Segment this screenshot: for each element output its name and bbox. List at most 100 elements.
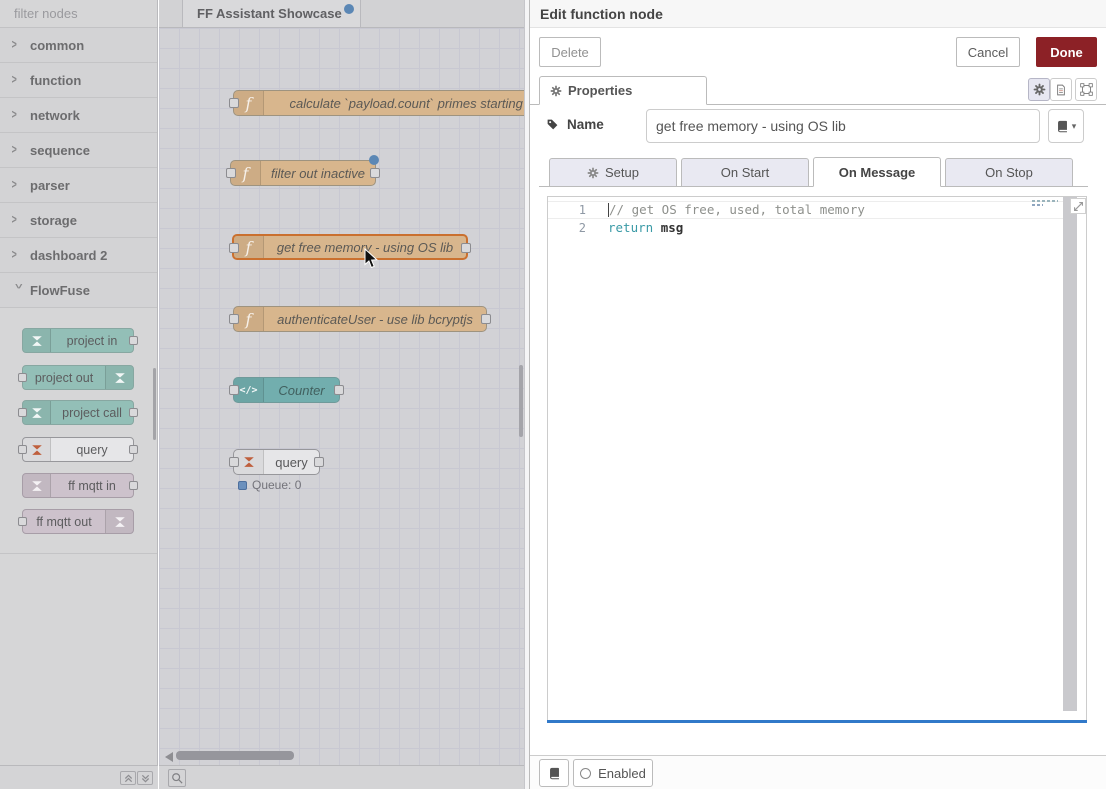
tab-on-stop[interactable]: On Stop bbox=[945, 158, 1073, 187]
chevron-right-icon: > bbox=[12, 73, 25, 87]
chevron-right-icon: > bbox=[12, 38, 25, 52]
output-port[interactable] bbox=[461, 243, 471, 253]
library-button[interactable] bbox=[539, 759, 569, 787]
palette-scrollbar[interactable] bbox=[153, 368, 156, 440]
output-port[interactable] bbox=[370, 168, 380, 178]
palette-category-parser[interactable]: >parser bbox=[0, 168, 157, 203]
palette-category-sequence[interactable]: >sequence bbox=[0, 133, 157, 168]
edit-properties-button[interactable] bbox=[1028, 78, 1050, 101]
search-flows-button[interactable] bbox=[168, 769, 186, 787]
output-port[interactable] bbox=[314, 457, 324, 467]
tab-setup[interactable]: Setup bbox=[549, 158, 677, 187]
flow-node-filter-out-inactive[interactable]: f filter out inactive bbox=[230, 160, 376, 186]
output-port[interactable] bbox=[334, 385, 344, 395]
code-text: msg bbox=[661, 219, 684, 237]
code-line: 2return msg bbox=[548, 219, 1086, 237]
expand-all-button[interactable] bbox=[137, 771, 153, 785]
code-editor[interactable]: 1// get OS free, used, total memory 2ret… bbox=[547, 196, 1087, 720]
chevron-right-icon: > bbox=[12, 213, 25, 227]
node-palette: >common >function >network >sequence >pa… bbox=[0, 0, 158, 765]
code-line: 1// get OS free, used, total memory bbox=[548, 201, 1070, 219]
search-icon bbox=[171, 772, 183, 784]
collapse-all-button[interactable] bbox=[120, 771, 136, 785]
palette-category-flowfuse[interactable]: >FlowFuse bbox=[0, 273, 157, 308]
editor-scrollbar[interactable] bbox=[1063, 197, 1077, 711]
node-label: calculate `payload.count` primes startin… bbox=[264, 91, 524, 115]
output-port[interactable] bbox=[481, 314, 491, 324]
palette-category-storage[interactable]: > storage bbox=[0, 203, 157, 238]
flow-node-get-free-memory[interactable]: f get free memory - using OS lib bbox=[232, 234, 468, 260]
input-port[interactable] bbox=[18, 517, 27, 526]
input-port[interactable] bbox=[18, 373, 27, 382]
tab-properties[interactable]: Properties bbox=[539, 76, 707, 105]
workspace-tabbar: FF Assistant Showcase bbox=[159, 0, 524, 28]
palette-node-project-call[interactable]: project call bbox=[22, 400, 134, 425]
flowfuse-icon bbox=[23, 401, 51, 424]
done-button[interactable]: Done bbox=[1036, 37, 1097, 67]
output-port[interactable] bbox=[129, 336, 138, 345]
input-port[interactable] bbox=[229, 243, 239, 253]
category-label: sequence bbox=[30, 143, 90, 158]
palette-category-function[interactable]: > function bbox=[0, 63, 157, 98]
palette-node-project-out[interactable]: project out bbox=[22, 365, 134, 390]
palette-node-label: ff mqtt out bbox=[23, 510, 105, 533]
flowfuse-icon bbox=[105, 366, 133, 389]
scroll-left-arrow[interactable] bbox=[165, 752, 173, 762]
tab-on-start[interactable]: On Start bbox=[681, 158, 809, 187]
workspace-tab[interactable]: FF Assistant Showcase bbox=[182, 0, 361, 28]
palette-node-ff-mqtt-in[interactable]: ff mqtt in bbox=[22, 473, 134, 498]
chevron-down-icon: > bbox=[11, 284, 25, 297]
flow-node-calculate-primes[interactable]: f calculate `payload.count` primes start… bbox=[233, 90, 524, 116]
palette-node-label: project in bbox=[51, 329, 133, 352]
tray-title: Edit function node bbox=[530, 0, 1106, 28]
input-port[interactable] bbox=[18, 445, 27, 454]
chevron-right-icon: > bbox=[12, 248, 25, 262]
input-port[interactable] bbox=[18, 408, 27, 417]
category-label: storage bbox=[30, 213, 77, 228]
horizontal-scrollbar[interactable] bbox=[176, 751, 294, 760]
flowfuse-icon bbox=[23, 438, 51, 461]
palette-category-dashboard2[interactable]: >dashboard 2 bbox=[0, 238, 157, 273]
tab-label: On Message bbox=[839, 165, 916, 180]
line-number: 2 bbox=[548, 219, 608, 237]
flow-node-authenticate-user[interactable]: f authenticateUser - use lib bcryptjs bbox=[233, 306, 487, 332]
book-icon bbox=[1056, 120, 1069, 133]
flowfuse-icon bbox=[23, 329, 51, 352]
palette-node-ff-mqtt-out[interactable]: ff mqtt out bbox=[22, 509, 134, 534]
input-port[interactable] bbox=[229, 314, 239, 324]
line-number: 1 bbox=[548, 201, 608, 219]
palette-footer bbox=[0, 765, 158, 789]
edit-appearance-button[interactable] bbox=[1075, 78, 1097, 101]
input-port[interactable] bbox=[229, 457, 239, 467]
category-label: network bbox=[30, 108, 80, 123]
tab-on-message[interactable]: On Message bbox=[813, 157, 941, 187]
expand-editor-button[interactable] bbox=[1070, 198, 1086, 214]
input-port[interactable] bbox=[226, 168, 236, 178]
input-port[interactable] bbox=[229, 98, 239, 108]
editor-focus-line bbox=[547, 720, 1087, 723]
library-dropdown-button[interactable]: ▾ bbox=[1048, 109, 1084, 143]
palette-category-common[interactable]: >common bbox=[0, 28, 157, 63]
palette-node-query[interactable]: query bbox=[22, 437, 134, 462]
enabled-toggle-button[interactable]: Enabled bbox=[573, 759, 653, 787]
output-port[interactable] bbox=[129, 408, 138, 417]
flow-node-query[interactable]: query bbox=[233, 449, 320, 475]
edit-description-button[interactable] bbox=[1050, 78, 1072, 101]
palette-category-network[interactable]: >network bbox=[0, 98, 157, 133]
name-input[interactable] bbox=[646, 109, 1040, 143]
delete-button[interactable]: Delete bbox=[539, 37, 601, 67]
document-icon bbox=[1055, 83, 1067, 97]
flow-canvas[interactable]: f calculate `payload.count` primes start… bbox=[159, 28, 524, 765]
flow-node-counter[interactable]: </> Counter bbox=[233, 377, 340, 403]
category-label: function bbox=[30, 73, 81, 88]
input-port[interactable] bbox=[229, 385, 239, 395]
palette-node-project-in[interactable]: project in bbox=[22, 328, 134, 353]
vertical-scrollbar[interactable] bbox=[519, 365, 523, 437]
name-label: Name bbox=[546, 117, 604, 132]
palette-search bbox=[0, 0, 157, 28]
caret-down-icon: ▾ bbox=[1072, 121, 1077, 132]
output-port[interactable] bbox=[129, 445, 138, 454]
output-port[interactable] bbox=[129, 481, 138, 490]
cancel-button[interactable]: Cancel bbox=[956, 37, 1020, 67]
double-chevron-down-icon bbox=[141, 774, 150, 783]
